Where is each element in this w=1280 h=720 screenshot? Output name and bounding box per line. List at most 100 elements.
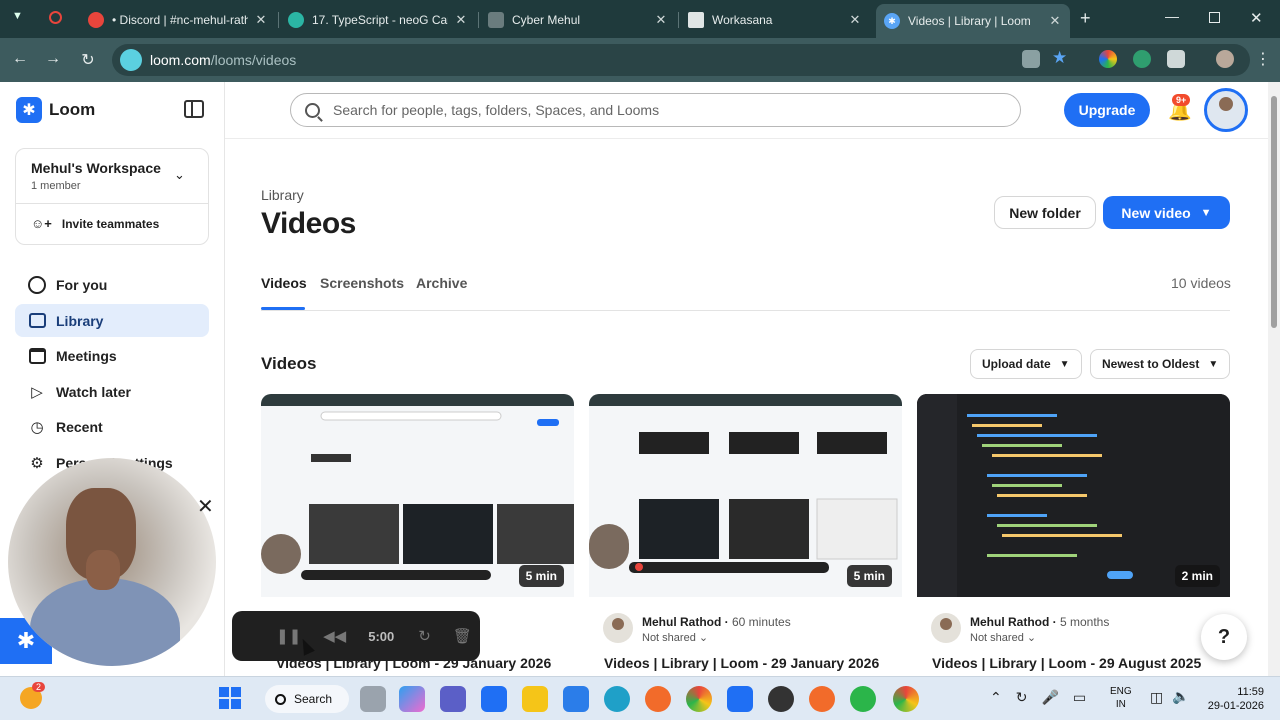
forward-icon[interactable]: → (43, 50, 63, 68)
close-window-icon[interactable]: ✕ (1250, 9, 1263, 27)
teams-icon[interactable] (440, 686, 466, 712)
browser-tab-cyber-mehul[interactable]: Cyber Mehul ✕ (480, 6, 676, 33)
browser-tab-strip: ▼ • Discord | #nc-mehul-rath ✕ 17. TypeS… (0, 0, 1280, 38)
site-info-icon[interactable] (120, 49, 142, 71)
video-thumbnail[interactable]: 5 min (261, 394, 574, 597)
task-view-icon[interactable] (360, 686, 386, 712)
workspace-name: Mehul's Workspace (31, 160, 161, 176)
collapse-sidebar-icon[interactable] (184, 100, 204, 118)
upload-date-dropdown[interactable]: Upload date ▼ (970, 349, 1082, 379)
restore-window-icon[interactable] (1209, 12, 1220, 23)
start-icon[interactable] (219, 687, 241, 709)
extensions-puzzle-icon[interactable] (1167, 50, 1185, 68)
close-tab-icon[interactable]: ✕ (654, 12, 668, 28)
os-taskbar: 2 Search ⌃ ↻ 🎤 ▭ ENG IN ◫ 🔈 11:59 29-01-… (0, 676, 1280, 720)
trash-icon[interactable]: 🗑 (453, 627, 472, 645)
obs-icon[interactable] (768, 686, 794, 712)
firefox-icon[interactable] (645, 686, 671, 712)
edge-icon[interactable] (604, 686, 630, 712)
browser-tab-workasana[interactable]: Workasana ✕ (680, 6, 870, 33)
close-tab-icon[interactable]: ✕ (454, 12, 468, 28)
close-tab-icon[interactable]: ✕ (1048, 13, 1062, 29)
restart-icon[interactable]: ↻ (418, 627, 431, 645)
volume-icon[interactable]: 🔈 (1172, 688, 1189, 705)
new-folder-button[interactable]: New folder (994, 196, 1096, 229)
browser-tab-typescript[interactable]: 17. TypeScript - neoG Cam ✕ (280, 6, 476, 33)
avatar[interactable] (1204, 88, 1248, 132)
video-title[interactable]: Videos | Library | Loom - 29 January 202… (604, 655, 879, 671)
breadcrumb[interactable]: Library (261, 187, 304, 203)
copilot-icon[interactable] (399, 686, 425, 712)
profile-avatar-icon[interactable] (1216, 50, 1234, 68)
search-placeholder: Search for people, tags, folders, Spaces… (333, 102, 660, 118)
new-video-button[interactable]: New video ▼ (1103, 196, 1230, 229)
rewind-icon[interactable]: ◀◀ (323, 627, 346, 645)
bookmark-star-icon[interactable]: ★ (1052, 48, 1067, 68)
video-card[interactable]: 5 min Mehul Rathod · 60 minutes Not shar… (589, 394, 902, 671)
file-explorer-icon[interactable] (522, 686, 548, 712)
upgrade-button[interactable]: Upgrade (1064, 93, 1150, 127)
extension-color-icon[interactable] (1099, 50, 1117, 68)
scrollbar-thumb[interactable] (1271, 96, 1277, 328)
close-tab-icon[interactable]: ✕ (254, 12, 268, 28)
page-scrollbar[interactable] (1268, 82, 1280, 676)
sort-order-dropdown[interactable]: Newest to Oldest ▼ (1090, 349, 1231, 379)
tab-videos[interactable]: Videos (261, 275, 307, 291)
chrome-icon[interactable] (686, 686, 712, 712)
library-icon (27, 311, 47, 331)
browser-menu-icon[interactable]: ⋮ (1255, 49, 1271, 69)
cyber-favicon-icon (488, 11, 504, 28)
share-status-dropdown[interactable]: Not shared ⌄ (642, 631, 708, 644)
clock[interactable]: 11:59 29-01-2026 (1202, 685, 1264, 713)
browser-tab-loom[interactable]: ✱ Videos | Library | Loom ✕ (876, 4, 1070, 38)
minimize-window-icon[interactable]: — (1165, 8, 1179, 24)
video-thumbnail[interactable]: 5 min (589, 394, 902, 597)
display-icon[interactable]: ▭ (1073, 689, 1086, 706)
tab-archive[interactable]: Archive (416, 275, 467, 291)
loom-logo[interactable]: ✱ Loom (16, 97, 95, 123)
video-card[interactable]: 2 min Mehul Rathod · 5 months Not shared… (917, 394, 1230, 671)
sidebar-item-library[interactable]: Library (15, 304, 209, 337)
microphone-icon[interactable]: 🎤 (1041, 689, 1058, 706)
sidebar-item-for-you[interactable]: For you (15, 268, 209, 301)
mongodb-icon[interactable] (850, 686, 876, 712)
close-tab-icon[interactable]: ✕ (848, 12, 862, 28)
search-icon (275, 693, 286, 705)
invite-teammates-button[interactable]: ☺+ Invite teammates (31, 216, 159, 231)
tab-screenshots[interactable]: Screenshots (320, 275, 404, 291)
address-bar[interactable]: loom.com/looms/videos (112, 44, 1250, 76)
new-tab-icon[interactable]: + (1080, 8, 1091, 29)
sidebar-item-watch-later[interactable]: ▷ Watch later (15, 375, 209, 408)
video-thumbnail[interactable]: 2 min (917, 394, 1230, 597)
sync-icon[interactable]: ↻ (1016, 689, 1028, 706)
help-button[interactable]: ? (1201, 614, 1247, 660)
workspace-switcher[interactable]: Mehul's Workspace 1 member ⌄ ☺+ Invite t… (15, 148, 209, 245)
video-title[interactable]: Videos | Library | Loom - 29 August 2025 (932, 655, 1201, 671)
back-icon[interactable]: ← (10, 50, 30, 68)
share-status-dropdown[interactable]: Not shared ⌄ (970, 631, 1036, 644)
store-icon[interactable] (563, 686, 589, 712)
chevron-up-icon[interactable]: ⌃ (990, 689, 1002, 706)
translate-icon[interactable] (1022, 50, 1040, 68)
taskbar-search[interactable]: Search (265, 685, 349, 713)
vscode-icon[interactable] (727, 686, 753, 712)
chevron-down-icon: ▼ (1059, 358, 1070, 370)
extension-green-icon[interactable] (1133, 50, 1151, 68)
language-indicator[interactable]: ENG IN (1110, 685, 1132, 711)
sidebar-item-meetings[interactable]: Meetings (15, 339, 209, 372)
sidebar-item-recent[interactable]: ◷ Recent (15, 410, 209, 443)
search-input[interactable]: Search for people, tags, folders, Spaces… (290, 93, 1021, 127)
author-avatar (603, 613, 633, 643)
url-host: loom.com (150, 52, 211, 68)
reload-icon[interactable]: ↻ (78, 50, 98, 70)
chrome-active-icon[interactable] (893, 686, 919, 712)
outlook-icon[interactable] (481, 686, 507, 712)
browser-tab-discord[interactable]: • Discord | #nc-mehul-rath ✕ (80, 6, 276, 33)
recording-controls: ❚❚ ◀◀ 5:00 ↻ 🗑 (232, 611, 480, 661)
postman-icon[interactable] (809, 686, 835, 712)
webcam-bubble[interactable] (8, 458, 216, 666)
network-icon[interactable]: ◫ (1150, 689, 1163, 706)
tab-search-icon[interactable]: ▼ (12, 10, 23, 22)
chevron-down-icon[interactable]: ⌄ (174, 167, 185, 183)
close-webcam-icon[interactable]: ✕ (197, 494, 214, 519)
